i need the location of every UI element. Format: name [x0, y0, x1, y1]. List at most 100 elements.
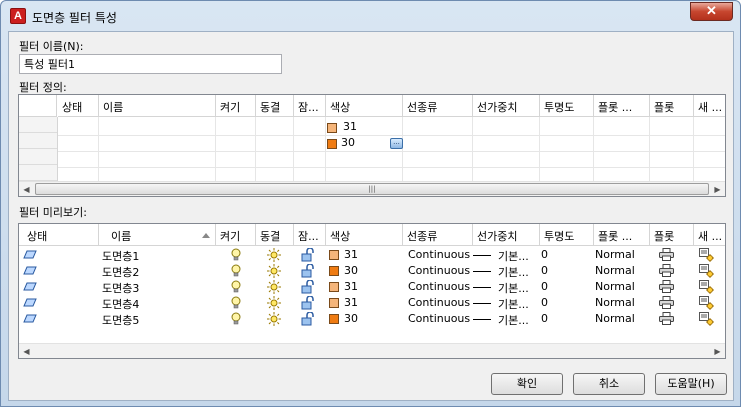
close-button[interactable]: ✕ — [690, 2, 733, 21]
column-header[interactable]: 켜기 — [216, 95, 256, 117]
linetype-value[interactable]: Continuous — [408, 296, 470, 309]
grid-column-line — [293, 117, 294, 181]
grid-row-line — [19, 135, 725, 136]
lineweight-value[interactable]: 기본... — [498, 312, 529, 328]
linetype-value[interactable]: Continuous — [408, 264, 470, 277]
column-header[interactable]: 투명도 — [540, 224, 594, 246]
linetype-value[interactable]: Continuous — [408, 248, 470, 261]
column-header[interactable]: 켜기 — [216, 224, 256, 246]
lineweight-value[interactable]: 기본... — [498, 296, 529, 312]
printer-icon — [659, 296, 674, 312]
color-swatch — [329, 298, 339, 308]
column-header[interactable]: 이름 — [99, 95, 216, 117]
column-header[interactable]: 플롯 — [650, 224, 694, 246]
color-value[interactable]: 31 — [344, 280, 358, 293]
column-header[interactable]: 색상 — [326, 224, 403, 246]
lineweight-value[interactable]: 기본... — [498, 264, 529, 280]
definition-color-value[interactable]: 31 — [343, 120, 357, 133]
table-row[interactable]: 도면층2 30 Continuous 기본... 0 Normal — [19, 263, 725, 279]
color-value[interactable]: 30 — [344, 312, 358, 325]
lineweight-sample-line — [473, 287, 491, 288]
row-selector-cell[interactable] — [19, 133, 57, 149]
linetype-value[interactable]: Continuous — [408, 312, 470, 325]
table-row[interactable]: 도면층3 31 Continuous 기본... 0 Normal — [19, 279, 725, 295]
color-swatch — [329, 250, 339, 260]
row-selector-header — [19, 95, 57, 117]
color-ellipsis-button[interactable]: ... — [390, 138, 403, 149]
color-value[interactable]: 30 — [344, 264, 358, 277]
column-header[interactable]: 동결 — [256, 224, 294, 246]
transparency-value[interactable]: 0 — [541, 264, 548, 277]
column-header[interactable]: 상태 — [58, 95, 99, 117]
column-header[interactable]: 투명도 — [540, 95, 594, 117]
title-bar[interactable]: A 도면층 필터 특성 ✕ — [1, 1, 740, 31]
column-header[interactable]: 플롯 — [650, 95, 694, 117]
layer-name[interactable]: 도면층3 — [102, 280, 139, 296]
grid-row-line — [19, 151, 725, 152]
transparency-value[interactable]: 0 — [541, 248, 548, 261]
table-row[interactable]: 도면층4 31 Continuous 기본... 0 Normal — [19, 295, 725, 311]
plot-style-value[interactable]: Normal — [595, 264, 635, 277]
help-button[interactable]: 도움말(H) — [655, 373, 727, 395]
row-selector-cell[interactable] — [19, 165, 57, 181]
filter-preview-label: 필터 미리보기: — [19, 206, 87, 219]
color-value[interactable]: 31 — [344, 296, 358, 309]
plot-style-value[interactable]: Normal — [595, 296, 635, 309]
scroll-right-arrow[interactable]: ▶ — [710, 344, 725, 358]
scroll-right-arrow[interactable]: ▶ — [710, 182, 725, 196]
layer-status-icon — [23, 266, 37, 279]
preview-horizontal-scrollbar[interactable]: ◀ ▶ — [19, 343, 725, 358]
color-value[interactable]: 31 — [344, 248, 358, 261]
column-header[interactable]: 플롯 ... — [594, 95, 650, 117]
row-selector-cell[interactable] — [19, 117, 57, 133]
definition-color-value[interactable]: 30 — [341, 136, 355, 149]
column-header[interactable]: 상태 — [19, 224, 99, 246]
column-header[interactable]: 플롯 ... — [594, 224, 650, 246]
column-header[interactable]: 새 ... — [694, 95, 725, 117]
table-row[interactable]: 도면층1 31 Continuous 기본... 0 Normal — [19, 247, 725, 263]
layer-name[interactable]: 도면층2 — [102, 264, 139, 280]
filter-definition-grid[interactable]: 31 30 ... ◀ ||| ▶ 상태 이름 켜기 동결 잠... 색상 선종류 선가중치 투… — [18, 94, 726, 197]
layer-status-icon — [23, 250, 37, 263]
plot-style-value[interactable]: Normal — [595, 312, 635, 325]
ok-button[interactable]: 확인 — [491, 373, 563, 395]
scroll-left-arrow[interactable]: ◀ — [19, 182, 34, 196]
layer-name[interactable]: 도면층5 — [102, 312, 139, 328]
transparency-value[interactable]: 0 — [541, 296, 548, 309]
sun-thawed-icon — [267, 312, 281, 329]
filter-preview-grid[interactable]: 상태 이름 켜기 동결 잠... 색상 선종류 선가중치 투명도 플롯 ... 플롯 새 ... 도면… — [18, 223, 726, 359]
transparency-value[interactable]: 0 — [541, 280, 548, 293]
column-header[interactable]: 이름 — [99, 224, 216, 246]
grid-column-line — [325, 117, 326, 181]
lineweight-value[interactable]: 기본... — [498, 280, 529, 296]
layer-name[interactable]: 도면층4 — [102, 296, 139, 312]
column-header[interactable]: 잠... — [294, 95, 326, 117]
cancel-button[interactable]: 취소 — [573, 373, 645, 395]
column-header[interactable]: 새 ... — [694, 224, 725, 246]
transparency-value[interactable]: 0 — [541, 312, 548, 325]
layer-name[interactable]: 도면층1 — [102, 248, 139, 264]
printer-icon — [659, 280, 674, 296]
filter-name-input[interactable] — [19, 54, 282, 74]
definition-horizontal-scrollbar[interactable]: ◀ ||| ▶ — [19, 181, 725, 196]
scroll-thumb[interactable]: ||| — [35, 183, 709, 195]
column-header[interactable]: 동결 — [256, 95, 294, 117]
column-header[interactable]: 선가중치 — [473, 95, 540, 117]
column-header[interactable]: 선가중치 — [473, 224, 540, 246]
table-row[interactable]: 도면층5 30 Continuous 기본... 0 Normal — [19, 311, 725, 327]
grid-column-line — [255, 117, 256, 181]
plot-style-value[interactable]: Normal — [595, 248, 635, 261]
grid-column-line — [693, 117, 694, 181]
column-header[interactable]: 선종류 — [403, 224, 473, 246]
row-selector-cell[interactable] — [19, 149, 57, 165]
color-swatch — [329, 314, 339, 324]
lineweight-value[interactable]: 기본... — [498, 248, 529, 264]
grid-column-line — [402, 117, 403, 181]
column-header[interactable]: 선종류 — [403, 95, 473, 117]
column-header[interactable]: 잠... — [294, 224, 326, 246]
linetype-value[interactable]: Continuous — [408, 280, 470, 293]
scroll-left-arrow[interactable]: ◀ — [19, 344, 34, 358]
grid-column-line — [98, 117, 99, 181]
column-header[interactable]: 색상 — [326, 95, 403, 117]
plot-style-value[interactable]: Normal — [595, 280, 635, 293]
